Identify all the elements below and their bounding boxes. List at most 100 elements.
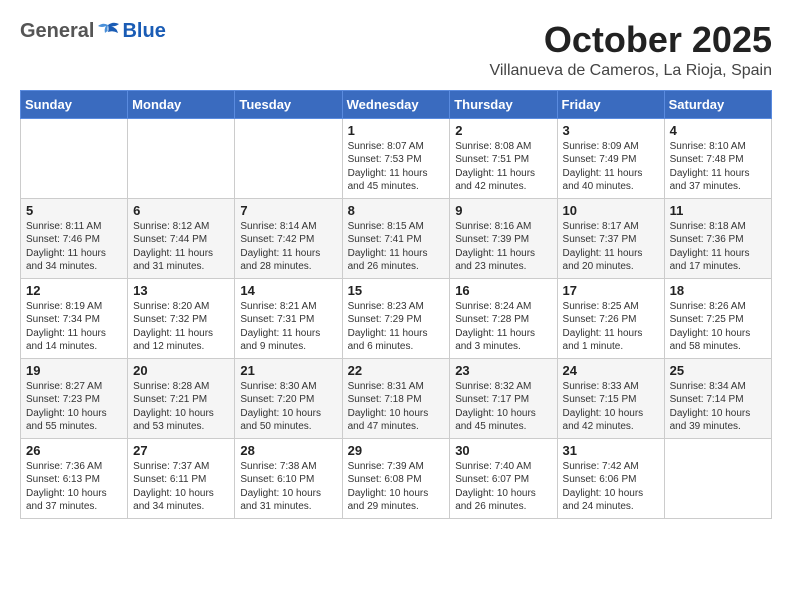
day-info: Sunrise: 7:39 AM Sunset: 6:08 PM Dayligh… (348, 460, 445, 514)
day-info: Sunrise: 8:15 AM Sunset: 7:41 PM Dayligh… (348, 220, 445, 274)
day-info: Sunrise: 8:21 AM Sunset: 7:31 PM Dayligh… (240, 300, 336, 354)
day-info: Sunrise: 7:37 AM Sunset: 6:11 PM Dayligh… (133, 460, 229, 514)
day-number: 31 (563, 443, 659, 458)
day-number: 7 (240, 203, 336, 218)
day-info: Sunrise: 8:33 AM Sunset: 7:15 PM Dayligh… (563, 380, 659, 434)
calendar-cell: 24 Sunrise: 8:33 AM Sunset: 7:15 PM Dayli… (557, 358, 664, 438)
day-number: 18 (670, 283, 766, 298)
calendar-cell: 25 Sunrise: 8:34 AM Sunset: 7:14 PM Dayli… (664, 358, 771, 438)
day-number: 30 (455, 443, 551, 458)
calendar-cell: 9 Sunrise: 8:16 AM Sunset: 7:39 PM Daylig… (450, 198, 557, 278)
calendar-cell: 8 Sunrise: 8:15 AM Sunset: 7:41 PM Daylig… (342, 198, 450, 278)
calendar-cell (664, 438, 771, 518)
calendar-cell: 23 Sunrise: 8:32 AM Sunset: 7:17 PM Dayli… (450, 358, 557, 438)
day-number: 23 (455, 363, 551, 378)
day-number: 26 (26, 443, 122, 458)
day-number: 24 (563, 363, 659, 378)
day-info: Sunrise: 8:09 AM Sunset: 7:49 PM Dayligh… (563, 140, 659, 194)
day-info: Sunrise: 8:25 AM Sunset: 7:26 PM Dayligh… (563, 300, 659, 354)
day-info: Sunrise: 8:07 AM Sunset: 7:53 PM Dayligh… (348, 140, 445, 194)
calendar-week-row: 12Sunrise: 8:19 AM Sunset: 7:34 PM Dayli… (21, 278, 772, 358)
calendar-cell: 16 Sunrise: 8:24 AM Sunset: 7:28 PM Dayli… (450, 278, 557, 358)
day-number: 15 (348, 283, 445, 298)
day-info: Sunrise: 8:16 AM Sunset: 7:39 PM Dayligh… (455, 220, 551, 274)
calendar-cell (21, 118, 128, 198)
weekday-header-sunday: Sunday (21, 90, 128, 118)
month-title: October 2025 (489, 20, 772, 60)
calendar-cell: 15Sunrise: 8:23 AM Sunset: 7:29 PM Dayli… (342, 278, 450, 358)
day-info: Sunrise: 8:20 AM Sunset: 7:32 PM Dayligh… (133, 300, 229, 354)
day-info: Sunrise: 7:38 AM Sunset: 6:10 PM Dayligh… (240, 460, 336, 514)
day-number: 4 (670, 123, 766, 138)
day-info: Sunrise: 8:10 AM Sunset: 7:48 PM Dayligh… (670, 140, 766, 194)
weekday-header-saturday: Saturday (664, 90, 771, 118)
calendar-cell: 1 Sunrise: 8:07 AM Sunset: 7:53 PM Daylig… (342, 118, 450, 198)
calendar-cell: 4 Sunrise: 8:10 AM Sunset: 7:48 PM Daylig… (664, 118, 771, 198)
day-number: 16 (455, 283, 551, 298)
weekday-header-tuesday: Tuesday (235, 90, 342, 118)
day-info: Sunrise: 8:24 AM Sunset: 7:28 PM Dayligh… (455, 300, 551, 354)
calendar-cell: 17 Sunrise: 8:25 AM Sunset: 7:26 PM Dayli… (557, 278, 664, 358)
calendar-cell: 26 Sunrise: 7:36 AM Sunset: 6:13 PM Dayli… (21, 438, 128, 518)
calendar-cell: 6Sunrise: 8:12 AM Sunset: 7:44 PM Daylig… (128, 198, 235, 278)
calendar-cell: 27 Sunrise: 7:37 AM Sunset: 6:11 PM Dayli… (128, 438, 235, 518)
day-number: 21 (240, 363, 336, 378)
day-info: Sunrise: 8:19 AM Sunset: 7:34 PM Dayligh… (26, 300, 122, 354)
calendar-cell: 20 Sunrise: 8:28 AM Sunset: 7:21 PM Dayli… (128, 358, 235, 438)
calendar-cell: 11Sunrise: 8:18 AM Sunset: 7:36 PM Dayli… (664, 198, 771, 278)
day-info: Sunrise: 8:32 AM Sunset: 7:17 PM Dayligh… (455, 380, 551, 434)
day-number: 20 (133, 363, 229, 378)
day-number: 11 (670, 203, 766, 218)
calendar-cell: 31 Sunrise: 7:42 AM Sunset: 6:06 PM Dayli… (557, 438, 664, 518)
day-number: 17 (563, 283, 659, 298)
page-header: General Blue October 2025 Villanueva de … (20, 20, 772, 80)
weekday-header-wednesday: Wednesday (342, 90, 450, 118)
calendar-week-row: 26 Sunrise: 7:36 AM Sunset: 6:13 PM Dayli… (21, 438, 772, 518)
day-number: 25 (670, 363, 766, 378)
calendar-cell: 5Sunrise: 8:11 AM Sunset: 7:46 PM Daylig… (21, 198, 128, 278)
day-info: Sunrise: 8:31 AM Sunset: 7:18 PM Dayligh… (348, 380, 445, 434)
day-number: 8 (348, 203, 445, 218)
calendar-body: 1 Sunrise: 8:07 AM Sunset: 7:53 PM Daylig… (21, 118, 772, 518)
calendar-cell: 3 Sunrise: 8:09 AM Sunset: 7:49 PM Daylig… (557, 118, 664, 198)
logo-general-text: General (20, 20, 94, 43)
title-block: October 2025 Villanueva de Cameros, La R… (489, 20, 772, 80)
weekday-header-friday: Friday (557, 90, 664, 118)
day-info: Sunrise: 8:14 AM Sunset: 7:42 PM Dayligh… (240, 220, 336, 274)
day-number: 13 (133, 283, 229, 298)
day-number: 1 (348, 123, 445, 138)
calendar-cell: 2 Sunrise: 8:08 AM Sunset: 7:51 PM Daylig… (450, 118, 557, 198)
day-info: Sunrise: 8:08 AM Sunset: 7:51 PM Dayligh… (455, 140, 551, 194)
calendar-cell: 29 Sunrise: 7:39 AM Sunset: 6:08 PM Dayli… (342, 438, 450, 518)
calendar-cell: 22 Sunrise: 8:31 AM Sunset: 7:18 PM Dayli… (342, 358, 450, 438)
day-info: Sunrise: 8:26 AM Sunset: 7:25 PM Dayligh… (670, 300, 766, 354)
calendar-cell: 18 Sunrise: 8:26 AM Sunset: 7:25 PM Dayli… (664, 278, 771, 358)
day-number: 14 (240, 283, 336, 298)
location-title: Villanueva de Cameros, La Rioja, Spain (489, 62, 772, 80)
day-info: Sunrise: 7:42 AM Sunset: 6:06 PM Dayligh… (563, 460, 659, 514)
calendar-week-row: 1 Sunrise: 8:07 AM Sunset: 7:53 PM Daylig… (21, 118, 772, 198)
day-info: Sunrise: 8:34 AM Sunset: 7:14 PM Dayligh… (670, 380, 766, 434)
day-number: 29 (348, 443, 445, 458)
day-number: 2 (455, 123, 551, 138)
weekday-header-monday: Monday (128, 90, 235, 118)
day-info: Sunrise: 7:40 AM Sunset: 6:07 PM Dayligh… (455, 460, 551, 514)
day-info: Sunrise: 8:30 AM Sunset: 7:20 PM Dayligh… (240, 380, 336, 434)
day-info: Sunrise: 8:28 AM Sunset: 7:21 PM Dayligh… (133, 380, 229, 434)
calendar-cell: 10Sunrise: 8:17 AM Sunset: 7:37 PM Dayli… (557, 198, 664, 278)
day-number: 5 (26, 203, 122, 218)
calendar-week-row: 19 Sunrise: 8:27 AM Sunset: 7:23 PM Dayli… (21, 358, 772, 438)
day-info: Sunrise: 8:17 AM Sunset: 7:37 PM Dayligh… (563, 220, 659, 274)
day-info: Sunrise: 8:27 AM Sunset: 7:23 PM Dayligh… (26, 380, 122, 434)
day-number: 9 (455, 203, 551, 218)
day-number: 6 (133, 203, 229, 218)
logo: General Blue (20, 20, 166, 43)
day-number: 27 (133, 443, 229, 458)
day-number: 3 (563, 123, 659, 138)
calendar-cell: 21 Sunrise: 8:30 AM Sunset: 7:20 PM Dayli… (235, 358, 342, 438)
calendar-cell: 19 Sunrise: 8:27 AM Sunset: 7:23 PM Dayli… (21, 358, 128, 438)
day-number: 22 (348, 363, 445, 378)
day-info: Sunrise: 7:36 AM Sunset: 6:13 PM Dayligh… (26, 460, 122, 514)
day-number: 19 (26, 363, 122, 378)
logo-bird-icon (95, 21, 121, 43)
